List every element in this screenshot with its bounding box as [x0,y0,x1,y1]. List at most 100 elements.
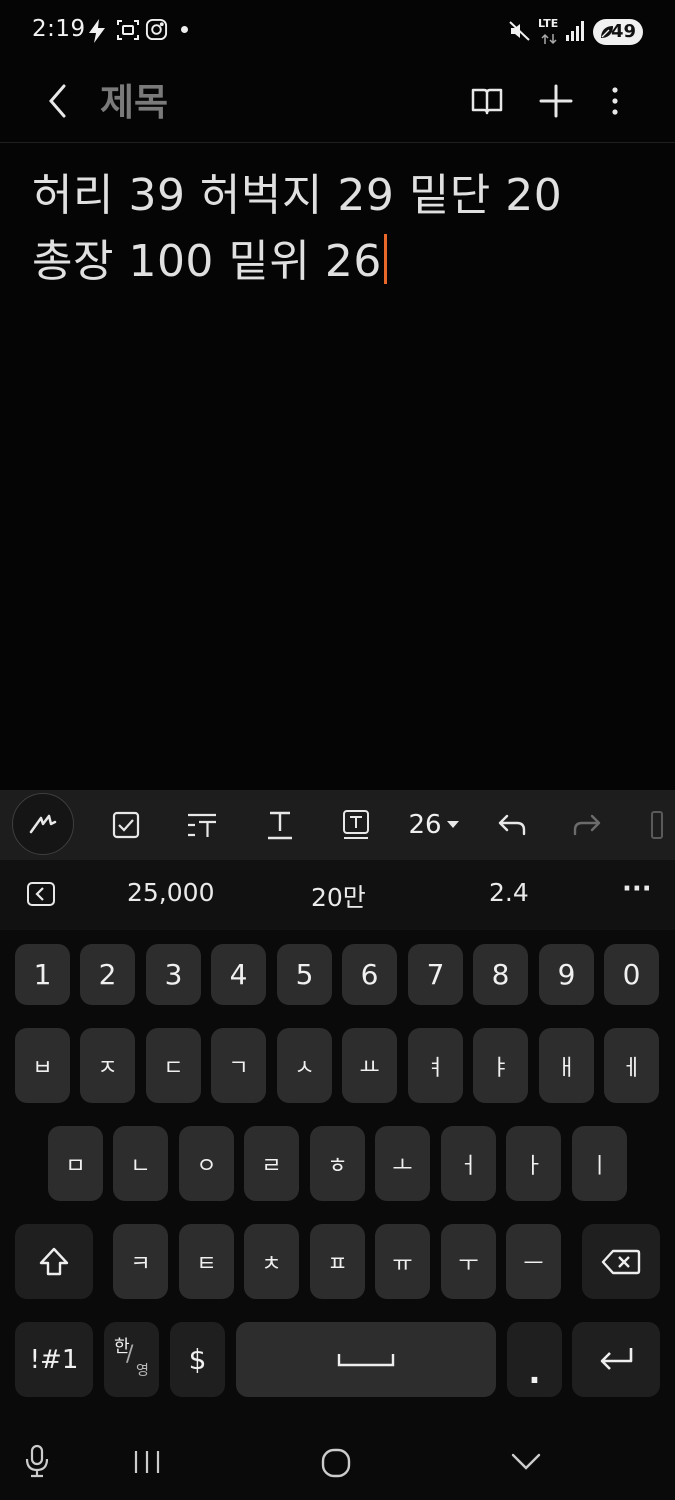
key-bieup-label: ㅂ [32,1055,53,1081]
key-hieut-label: ㅎ [327,1153,348,1179]
key-eu[interactable]: ㅡ [506,1224,561,1299]
key-4[interactable]: 4 [211,944,266,1005]
home-button[interactable] [320,1447,352,1483]
signal-icon [566,20,586,46]
key-hieut[interactable]: ㅎ [310,1126,365,1201]
note-body[interactable]: 허리 39 허벅지 29 밑단 20 총장 100 밑위 26 [32,163,642,295]
pen-icon [29,814,57,834]
key-eo[interactable]: ㅓ [441,1126,496,1201]
status-time: 2:19 [32,16,86,42]
paragraph-style-button[interactable] [180,800,224,850]
key-giyeok-label: ㄱ [228,1055,249,1081]
redo-icon [573,814,601,836]
suggestion-2[interactable]: 20만 [311,878,366,914]
keyboard: 1 2 3 4 5 6 7 8 9 0 ㅂ ㅈ ㄷ ㄱ ㅅ ㅛ ㅕ ㅑ ㅐ ㅔ … [0,930,675,1500]
key-tieut[interactable]: ㅌ [179,1224,234,1299]
microphone-icon [25,1444,49,1478]
language-switch-key[interactable]: 한 / 영 [104,1322,159,1397]
battery-indicator: 49 [593,19,643,45]
key-0[interactable]: 0 [604,944,659,1005]
key-yu[interactable]: ㅠ [375,1224,430,1299]
enter-key[interactable] [572,1322,660,1397]
key-8[interactable]: 8 [473,944,528,1005]
key-siot-label: ㅅ [294,1055,315,1081]
key-6[interactable]: 6 [342,944,397,1005]
reading-mode-button[interactable] [465,79,509,123]
enter-icon [600,1347,633,1370]
more-suggestions-button[interactable]: ··· [622,874,652,904]
period-key[interactable]: . [507,1322,562,1397]
redo-button[interactable] [565,800,609,850]
key-nieun[interactable]: ㄴ [113,1126,168,1201]
space-icon [337,1353,395,1366]
key-e[interactable]: ㅔ [604,1028,659,1103]
key-ieung[interactable]: ㅇ [179,1126,234,1201]
key-ya[interactable]: ㅑ [473,1028,528,1103]
key-mieum-label: ㅁ [65,1153,86,1179]
suggestion-3[interactable]: 2.4 [489,878,529,907]
text-box-icon [343,810,369,839]
key-u[interactable]: ㅜ [441,1224,496,1299]
undo-button[interactable] [490,800,534,850]
key-bieup[interactable]: ㅂ [15,1028,70,1103]
font-size-dropdown[interactable]: 26 [404,800,464,850]
key-1[interactable]: 1 [15,944,70,1005]
space-key[interactable] [236,1322,496,1397]
key-kieuk[interactable]: ㅋ [113,1224,168,1299]
back-button[interactable] [36,79,80,123]
currency-key[interactable]: $ [170,1322,225,1397]
navigation-bar [0,1425,675,1500]
add-button[interactable] [534,79,578,123]
instagram-icon [145,18,168,45]
key-9[interactable]: 9 [539,944,594,1005]
key-yeo[interactable]: ㅕ [408,1028,463,1103]
key-o[interactable]: ㅗ [375,1126,430,1201]
book-icon [471,88,503,115]
symbols-key[interactable]: !#1 [15,1322,93,1397]
data-arrows-icon [541,30,557,49]
network-type: LTE [538,17,559,30]
key-a[interactable]: ㅏ [506,1126,561,1201]
backspace-key[interactable] [582,1224,660,1299]
shift-key[interactable] [15,1224,93,1299]
key-i[interactable]: ㅣ [572,1126,627,1201]
text-box-button[interactable] [334,800,378,850]
key-tieut-label: ㅌ [196,1251,217,1277]
text-cursor [383,234,387,284]
note-line-2: 총장 100 밑위 26 [32,229,642,295]
key-yo[interactable]: ㅛ [342,1028,397,1103]
suggestion-1[interactable]: 25,000 [127,878,214,907]
key-digeut[interactable]: ㄷ [146,1028,201,1103]
resize-handle[interactable] [642,800,672,850]
handwriting-button[interactable] [12,793,74,855]
key-5[interactable]: 5 [277,944,332,1005]
more-options-button[interactable] [593,79,637,123]
keyboard-toolbar-toggle[interactable] [26,880,56,912]
key-chieut[interactable]: ㅊ [244,1224,299,1299]
key-mieum[interactable]: ㅁ [48,1126,103,1201]
text-style-button[interactable] [258,800,302,850]
shift-icon [39,1247,69,1275]
lang-english-label: 영 [136,1363,149,1379]
key-3[interactable]: 3 [146,944,201,1005]
recent-apps-button[interactable] [132,1449,162,1479]
format-toolbar: 26 [0,790,675,860]
key-pieup[interactable]: ㅍ [310,1224,365,1299]
key-rieul[interactable]: ㄹ [244,1126,299,1201]
hide-keyboard-button[interactable] [510,1451,542,1477]
key-7[interactable]: 7 [408,944,463,1005]
key-jieut-label: ㅈ [97,1055,118,1081]
checkbox-button[interactable] [104,800,148,850]
key-giyeok[interactable]: ㄱ [211,1028,266,1103]
home-icon [321,1448,351,1478]
more-vertical-icon [612,87,618,115]
key-siot[interactable]: ㅅ [277,1028,332,1103]
key-eo-label: ㅓ [458,1153,479,1179]
key-jieut[interactable]: ㅈ [80,1028,135,1103]
app-header: 제목 [0,62,675,143]
key-ae[interactable]: ㅐ [539,1028,594,1103]
note-title[interactable]: 제목 [100,72,168,126]
resize-icon [651,811,663,839]
key-2[interactable]: 2 [80,944,135,1005]
voice-input-button[interactable] [23,1443,51,1483]
